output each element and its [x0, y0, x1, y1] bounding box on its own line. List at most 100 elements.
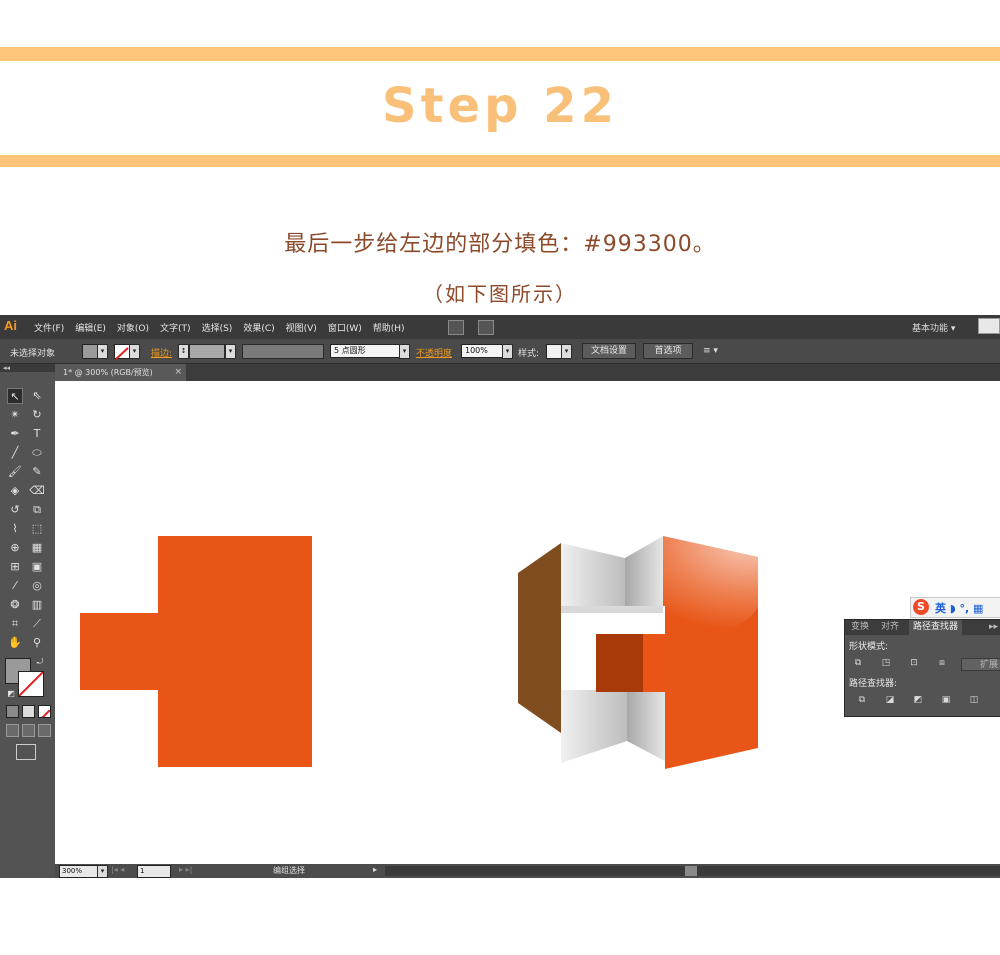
mesh-icon[interactable]: ⊞: [7, 559, 23, 575]
merge-icon[interactable]: ◩: [911, 694, 925, 706]
eraser-icon[interactable]: ⌫: [29, 483, 45, 499]
preferences-button[interactable]: 首选项: [643, 343, 693, 359]
stroke-color-box[interactable]: [18, 671, 44, 697]
line-icon[interactable]: ╱: [7, 445, 23, 461]
unite-icon[interactable]: ⧉: [851, 657, 865, 669]
draw-inside-icon[interactable]: [38, 724, 51, 737]
perspective-icon[interactable]: ▦: [29, 540, 45, 556]
workspace-switcher[interactable]: 基本功能 ▾: [912, 321, 955, 334]
gradient-icon[interactable]: ▣: [29, 559, 45, 575]
menu-select[interactable]: 选择(S): [202, 321, 233, 334]
slice-icon[interactable]: ⟋: [29, 616, 45, 632]
selection-icon[interactable]: ↖: [7, 388, 23, 404]
status-text[interactable]: 编组选择: [273, 865, 305, 876]
control-panel-menu-icon[interactable]: ≡ ▾: [703, 346, 718, 356]
fill-dropdown[interactable]: ▾: [97, 344, 108, 359]
pencil-icon[interactable]: ✎: [29, 464, 45, 480]
menu-edit[interactable]: 编辑(E): [75, 321, 106, 334]
free-transform-icon[interactable]: ⬚: [29, 521, 45, 537]
variable-width-profile[interactable]: [242, 344, 324, 359]
intersect-icon[interactable]: ⊡: [907, 657, 921, 669]
symbol-sprayer-icon[interactable]: ❂: [7, 597, 23, 613]
panel-menu-icon[interactable]: ▸▸: [985, 620, 1000, 635]
pen-icon[interactable]: ✒: [7, 426, 23, 442]
menu-type[interactable]: 文字(T): [160, 321, 191, 334]
graph-icon[interactable]: ▥: [29, 597, 45, 613]
menu-effect[interactable]: 效果(C): [243, 321, 274, 334]
opacity-dropdown[interactable]: ▾: [502, 344, 513, 359]
type-icon[interactable]: T: [29, 426, 45, 442]
hand-icon[interactable]: ✋: [7, 635, 23, 651]
artboard-icon[interactable]: ⌗: [7, 616, 23, 632]
ime-status[interactable]: 英 ◗ °, ▦: [935, 600, 983, 616]
h-upper-inner-right: [625, 536, 663, 606]
trim-icon[interactable]: ◪: [883, 694, 897, 706]
divide-icon[interactable]: ⧉: [855, 694, 869, 706]
stroke-label[interactable]: 描边:: [151, 346, 172, 359]
default-colors-icon[interactable]: ◩: [3, 686, 19, 702]
exclude-icon[interactable]: ⧈: [935, 657, 949, 669]
document-tab[interactable]: 1* @ 300% (RGB/预览) ×: [55, 364, 186, 381]
menu-window[interactable]: 窗口(W): [328, 321, 362, 334]
brush-definition[interactable]: 5 点圆形: [330, 344, 401, 358]
draw-mode-icon[interactable]: [6, 724, 19, 737]
none-mode-icon[interactable]: [38, 705, 51, 718]
crop-icon[interactable]: ▣: [939, 694, 953, 706]
screen-mode-icon[interactable]: [16, 744, 36, 760]
gradient-mode-icon[interactable]: [22, 705, 35, 718]
left-orange-shape[interactable]: [80, 536, 312, 767]
stroke-swatch[interactable]: [114, 344, 130, 360]
brush-dropdown[interactable]: ▾: [399, 344, 410, 359]
stroke-weight-dropdown[interactable]: ▾: [225, 344, 236, 359]
menu-help[interactable]: 帮助(H): [373, 321, 405, 334]
lasso-icon[interactable]: ↻: [29, 407, 45, 423]
expand-button[interactable]: 扩展: [961, 658, 1000, 671]
ellipse-icon[interactable]: ⬭: [29, 445, 45, 461]
blob-brush-icon[interactable]: ◈: [7, 483, 23, 499]
bridge-icon[interactable]: [448, 320, 464, 335]
opacity-field[interactable]: 100%: [461, 344, 503, 358]
graphic-style-swatch[interactable]: [546, 344, 562, 359]
direct-selection-icon[interactable]: ⇖: [29, 388, 45, 404]
menu-object[interactable]: 对象(O): [117, 321, 149, 334]
next-artboard-icon[interactable]: ▸ ▸|: [179, 865, 192, 874]
rotate-icon[interactable]: ↺: [7, 502, 23, 518]
artboard-number-field[interactable]: 1: [137, 865, 171, 878]
minus-front-icon[interactable]: ◳: [879, 657, 893, 669]
scrollbar-thumb[interactable]: [685, 866, 697, 876]
document-setup-button[interactable]: 文档设置: [582, 343, 636, 359]
graphic-style-dropdown[interactable]: ▾: [561, 344, 572, 359]
eyedropper-icon[interactable]: ⁄: [7, 578, 23, 594]
stroke-dropdown[interactable]: ▾: [129, 344, 140, 359]
magic-wand-icon[interactable]: ✴: [7, 407, 23, 423]
zoom-icon[interactable]: ⚲: [29, 635, 45, 651]
opacity-label[interactable]: 不透明度: [416, 346, 452, 359]
close-icon[interactable]: ×: [174, 364, 182, 381]
draw-behind-icon[interactable]: [22, 724, 35, 737]
ime-toolbar[interactable]: S 英 ◗ °, ▦: [910, 597, 1000, 618]
tab-transform[interactable]: 变换: [847, 620, 873, 635]
outline-icon[interactable]: ◫: [967, 694, 981, 706]
tab-pathfinder[interactable]: 路径查找器: [909, 620, 963, 635]
brush-icon[interactable]: 🖌: [7, 464, 23, 480]
menu-file[interactable]: 文件(F): [34, 321, 64, 334]
stroke-weight-stepper[interactable]: ↕: [178, 344, 189, 359]
color-mode-icon[interactable]: [6, 705, 19, 718]
arrange-documents-icon[interactable]: [478, 320, 494, 335]
shape-builder-icon[interactable]: ⊕: [7, 540, 23, 556]
tab-align[interactable]: 对齐: [877, 620, 903, 635]
toolbox-grip[interactable]: ◂◂: [0, 364, 55, 372]
scale-icon[interactable]: ⧉: [29, 502, 45, 518]
fill-swatch[interactable]: [82, 344, 98, 359]
stroke-weight-field[interactable]: [189, 344, 225, 359]
blend-icon[interactable]: ◎: [29, 578, 45, 594]
swap-colors-icon[interactable]: ⤾: [32, 654, 48, 670]
menu-view[interactable]: 视图(V): [286, 321, 317, 334]
minimize-button[interactable]: [978, 318, 1000, 334]
first-artboard-icon[interactable]: |◂ ◂: [111, 865, 124, 874]
zoom-dropdown[interactable]: ▾: [97, 865, 108, 878]
status-menu-icon[interactable]: ▸: [373, 865, 377, 874]
warp-icon[interactable]: ⌇: [7, 521, 23, 537]
zoom-field[interactable]: 300%: [59, 865, 99, 878]
h-left-face[interactable]: [518, 543, 561, 733]
